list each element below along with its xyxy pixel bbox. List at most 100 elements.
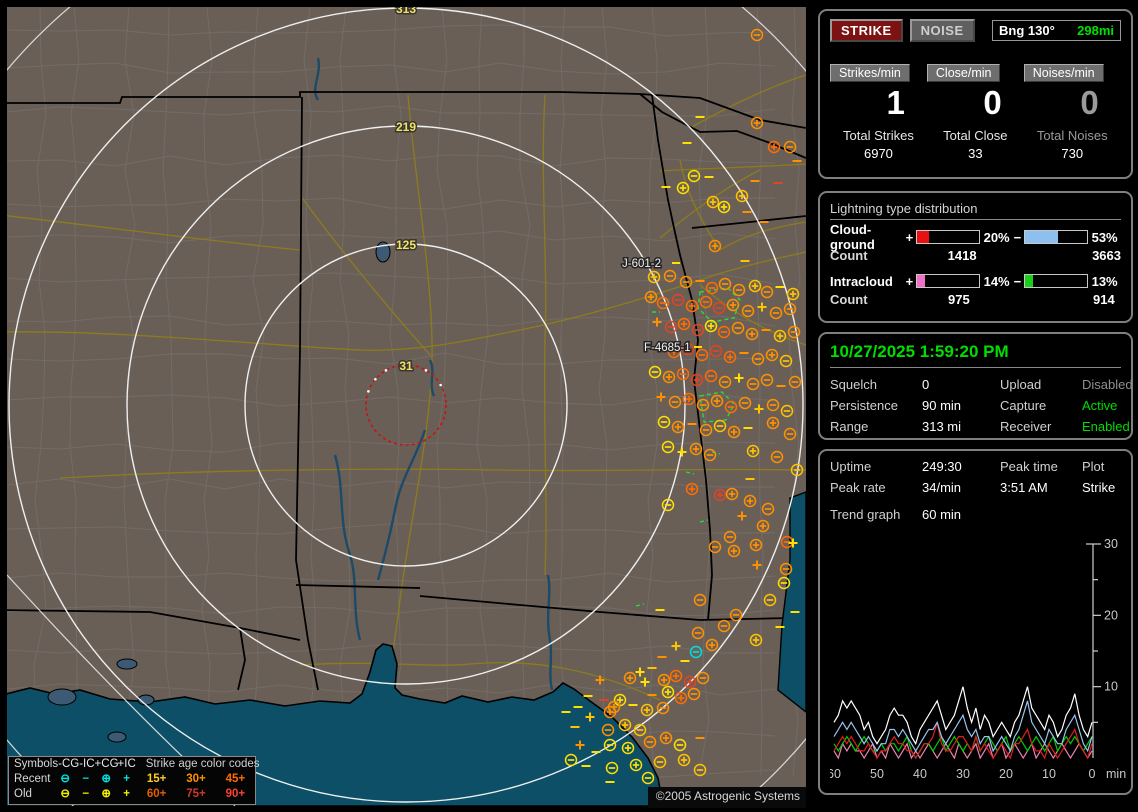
status-grid: Squelch0UploadDisabledPersistence90 minC… — [830, 377, 1121, 434]
noises-per-min-value: 0 — [1024, 84, 1121, 122]
status-value: 90 min — [922, 398, 1000, 413]
status-label: Persistence — [830, 398, 922, 413]
datetime-display: 10/27/2025 1:59:20 PM — [830, 342, 1121, 368]
legend-header-cg-neg: -CG — [58, 757, 79, 772]
status-value: 0 — [922, 377, 1000, 392]
age-90-label: 90+ — [216, 787, 255, 802]
close-per-min-value: 0 — [927, 84, 1024, 122]
trend-graph-label: Trend graph — [830, 507, 922, 522]
svg-text:40: 40 — [913, 767, 927, 781]
bearing-distance: 298mi — [1077, 23, 1114, 38]
ic-pos-old-icon: + — [116, 787, 136, 802]
cg-neg-count: 3663 — [1092, 248, 1121, 266]
cg-pos-bar — [916, 230, 980, 244]
ic-neg-bar — [1024, 274, 1088, 288]
intracloud-count-row: Count 975 914 — [830, 292, 1121, 310]
status-label: Range — [830, 419, 922, 434]
svg-text:10: 10 — [1042, 767, 1056, 781]
peak-rate-value: 34/min — [922, 480, 1000, 495]
total-strikes-label: Total Strikes — [830, 128, 927, 143]
bearing-value: Bng 130° — [999, 23, 1055, 38]
ic-pos-recent-icon: + — [116, 772, 136, 787]
age-15-label: 15+ — [137, 772, 176, 787]
strike-stats-panel: STRIKE NOISE Bng 130° 298mi Strikes/min … — [818, 9, 1133, 179]
svg-text:125: 125 — [396, 238, 416, 252]
total-close-value: 33 — [927, 146, 1024, 161]
svg-text:min: min — [1106, 767, 1126, 781]
trend-chart: 1020306050403020100min — [830, 532, 1121, 785]
svg-text:10: 10 — [1104, 680, 1118, 694]
strike-mode-button[interactable]: STRIKE — [830, 19, 903, 42]
legend-header-ic-pos: +IC — [118, 757, 136, 772]
ic-neg-pct: 13% — [1092, 274, 1121, 289]
intracloud-row: Intracloud + 14% − 13% — [830, 272, 1121, 290]
cg-pos-pct: 20% — [984, 230, 1013, 245]
status-value: Disabled — [1082, 377, 1133, 392]
sidebar: STRIKE NOISE Bng 130° 298mi Strikes/min … — [810, 0, 1135, 812]
status-label: Squelch — [830, 377, 922, 392]
legend-old-label: Old — [9, 787, 55, 802]
ic-neg-recent-icon: − — [75, 772, 95, 787]
cloud-ground-count-row: Count 1418 3663 — [830, 248, 1121, 266]
plot-label: Plot — [1082, 459, 1121, 474]
copyright-text: ©2005 Astrogenic Systems — [648, 787, 806, 808]
cg-pos-old-icon: ⊕ — [96, 787, 116, 802]
ic-pos-bar — [916, 274, 980, 288]
close-per-min-chip: Close/min — [927, 64, 1001, 82]
count-label: Count — [830, 292, 932, 310]
svg-text:J-601-2: J-601-2 — [622, 258, 661, 270]
svg-text:31: 31 — [399, 359, 413, 373]
status-label: Capture — [1000, 398, 1082, 413]
svg-text:313: 313 — [396, 7, 416, 16]
total-noises-value: 730 — [1024, 146, 1121, 161]
strikes-per-min-column: Strikes/min 1 Total Strikes 6970 — [830, 64, 927, 161]
plot-mode-value: Strike — [1082, 480, 1121, 495]
uptime-value: 249:30 — [922, 459, 1000, 474]
status-value: Enabled — [1082, 419, 1133, 434]
ic-neg-old-icon: − — [75, 787, 95, 802]
svg-text:30: 30 — [1104, 537, 1118, 551]
minus-sign: − — [1013, 274, 1022, 289]
cg-neg-old-icon: ⊖ — [55, 787, 75, 802]
intracloud-label: Intracloud — [830, 274, 905, 289]
trend-chart-canvas: 1020306050403020100min — [830, 532, 1130, 782]
lightning-distribution-panel: Lightning type distribution Cloud-ground… — [818, 191, 1133, 323]
age-30-label: 30+ — [176, 772, 215, 787]
distribution-title: Lightning type distribution — [830, 201, 1121, 220]
session-grid: Uptime 249:30 Peak time Plot Peak rate 3… — [830, 459, 1121, 495]
trend-window-value: 60 min — [922, 507, 1000, 522]
cg-neg-pct: 53% — [1092, 230, 1121, 245]
svg-text:60: 60 — [830, 767, 841, 781]
map-legend: Symbols -CG -IC +CG +IC Strike age color… — [8, 756, 256, 805]
svg-text:50: 50 — [870, 767, 884, 781]
noise-mode-button[interactable]: NOISE — [910, 19, 975, 42]
age-75-label: 75+ — [176, 787, 215, 802]
status-label: Receiver — [1000, 419, 1082, 434]
noises-per-min-chip: Noises/min — [1024, 64, 1104, 82]
status-value: Active — [1082, 398, 1133, 413]
ic-neg-count: 914 — [1093, 292, 1115, 310]
legend-age-title: Strike age color codes — [136, 757, 260, 772]
status-value: 313 mi — [922, 419, 1000, 434]
lightning-map[interactable]: 31321912531J-601-2F-4685-1 Symbols -CG -… — [7, 7, 806, 806]
cg-neg-bar — [1024, 230, 1088, 244]
age-60-label: 60+ — [137, 787, 176, 802]
peak-time-value: 3:51 AM — [1000, 480, 1082, 495]
svg-text:0: 0 — [1089, 767, 1096, 781]
legend-header-ic-neg: -IC — [79, 757, 94, 772]
noises-per-min-column: Noises/min 0 Total Noises 730 — [1024, 64, 1121, 161]
count-label: Count — [830, 248, 932, 266]
trend-setting-row: Trend graph 60 min — [830, 507, 1121, 522]
minus-sign: − — [1013, 230, 1022, 245]
strikes-per-min-chip: Strikes/min — [830, 64, 910, 82]
status-panel: 10/27/2025 1:59:20 PM Squelch0UploadDisa… — [818, 332, 1133, 440]
svg-text:20: 20 — [1104, 608, 1118, 622]
plus-sign: + — [905, 274, 914, 289]
bearing-readout: Bng 130° 298mi — [992, 20, 1121, 41]
legend-header-cg-pos: +CG — [95, 757, 118, 772]
total-close-label: Total Close — [927, 128, 1024, 143]
session-panel: Uptime 249:30 Peak time Plot Peak rate 3… — [818, 449, 1133, 795]
legend-symbols-label: Symbols — [9, 757, 58, 772]
cg-pos-recent-icon: ⊕ — [96, 772, 116, 787]
total-noises-label: Total Noises — [1024, 128, 1121, 143]
